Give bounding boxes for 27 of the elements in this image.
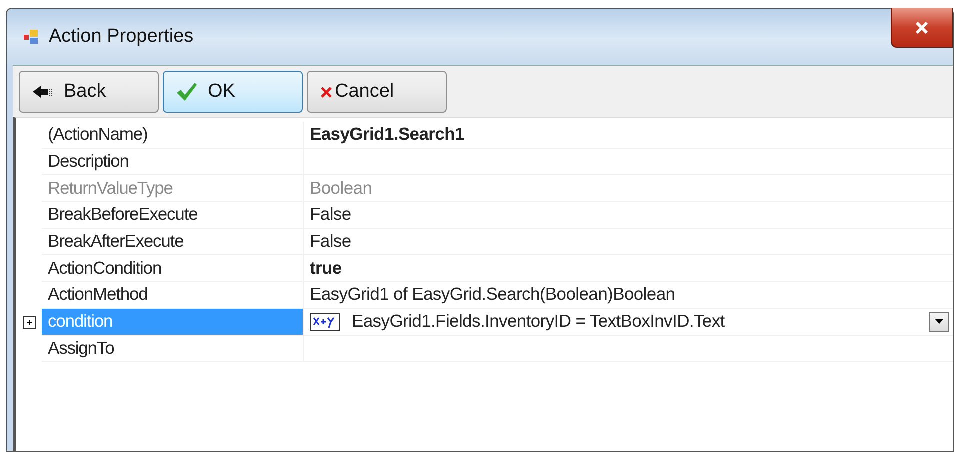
close-button[interactable] [891,8,953,48]
property-value: False [310,204,352,226]
caret-icon [934,319,944,324]
toolbar-button[interactable]: Back [19,71,159,113]
expand-toggle[interactable] [22,316,36,329]
property-value: true [310,258,342,279]
property-name[interactable]: ActionCondition [42,255,304,282]
property-name[interactable]: Description [42,148,304,176]
property-name[interactable]: (ActionName) [42,122,304,149]
cross-icon [320,86,333,98]
property-value: EasyGrid1.Fields.InventoryID = TextBoxInvID.Text [352,311,725,332]
property-value: False [310,231,352,252]
app-icon [23,29,41,45]
window-title: Action Properties [49,26,194,48]
close-icon [915,22,929,34]
dropdown-button[interactable] [929,312,949,332]
property-name[interactable]: BreakAfterExecute [42,228,304,256]
property-name[interactable]: AssignTo [42,336,304,362]
property-value: EasyGrid1.Search1 [310,124,464,146]
property-value: EasyGrid1 of EasyGrid.Search(Boolean)Boolean [310,284,676,306]
property-name[interactable]: BreakBeforeExecute [42,202,304,229]
toolbar-button[interactable]: Cancel [307,71,447,113]
property-value: Boolean [310,178,372,199]
checkmark-icon [176,82,198,102]
expression-icon [310,312,340,331]
toolbar-button[interactable]: OK [163,71,303,113]
arrow-left-icon [32,85,54,99]
